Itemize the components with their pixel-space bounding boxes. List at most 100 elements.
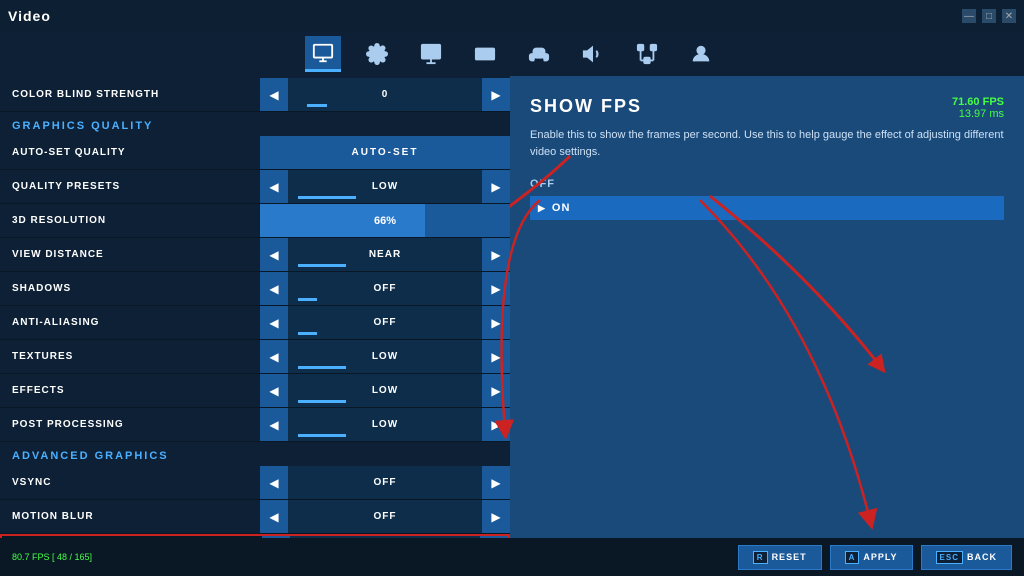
section-header-graphics: GRAPHICS QUALITY <box>0 112 510 136</box>
setting-control-viewdist: ◀ NEAR ▶ <box>260 238 510 271</box>
setting-row-aa: ANTI-ALIASING ◀ OFF ▶ <box>0 306 510 340</box>
bottom-bar: 80.7 FPS [ 48 / 165] R RESET A APPLY ESC… <box>0 538 1024 576</box>
setting-label-shadows: SHADOWS <box>0 283 260 294</box>
arrow-left-vsync[interactable]: ◀ <box>260 466 288 499</box>
setting-control-autoset: AUTO-SET <box>260 136 510 169</box>
arrow-right-postprocess[interactable]: ▶ <box>482 408 510 441</box>
setting-control-3dres: 66% <box>260 204 510 237</box>
apply-label: APPLY <box>863 552 897 562</box>
back-key: ESC <box>936 551 963 564</box>
auto-set-button[interactable]: AUTO-SET <box>260 136 510 169</box>
arrow-right-quality[interactable]: ▶ <box>482 170 510 203</box>
option-on[interactable]: ▶ ON <box>530 196 1004 220</box>
arrow-right-viewdist[interactable]: ▶ <box>482 238 510 271</box>
right-panel: 71.60 FPS 13.97 ms SHOW FPS Enable this … <box>510 76 1024 538</box>
arrow-right-vsync[interactable]: ▶ <box>482 466 510 499</box>
setting-row-postprocess: POST PROCESSING ◀ LOW ▶ <box>0 408 510 442</box>
setting-row-vsync: VSYNC ◀ OFF ▶ <box>0 466 510 500</box>
setting-control-textures: ◀ LOW ▶ <box>260 340 510 373</box>
arrow-right-aa[interactable]: ▶ <box>482 306 510 339</box>
nav-audio[interactable] <box>575 36 611 72</box>
window-controls: — □ ✕ <box>962 9 1016 23</box>
arrow-left-postprocess[interactable]: ◀ <box>260 408 288 441</box>
nav-display[interactable] <box>413 36 449 72</box>
arrow-right-textures[interactable]: ▶ <box>482 340 510 373</box>
value-aa: OFF <box>288 306 482 339</box>
setting-row-colorblind: COLOR BLIND STRENGTH ◀ 0 ▶ <box>0 78 510 112</box>
window-title: Video <box>8 8 51 24</box>
setting-label-vsync: VSYNC <box>0 477 260 488</box>
setting-row-shadows: SHADOWS ◀ OFF ▶ <box>0 272 510 306</box>
setting-row-motionblur: MOTION BLUR ◀ OFF ▶ <box>0 500 510 534</box>
fps-counter: 71.60 FPS 13.97 ms <box>952 96 1004 120</box>
value-viewdist: NEAR <box>288 238 482 271</box>
setting-label-viewdist: VIEW DISTANCE <box>0 249 260 260</box>
left-panel: COLOR BLIND STRENGTH ◀ 0 ▶ GRAPHICS QUAL… <box>0 76 510 538</box>
minimize-button[interactable]: — <box>962 9 976 23</box>
arrow-left-effects[interactable]: ◀ <box>260 374 288 407</box>
setting-label-quality: QUALITY PRESETS <box>0 181 260 192</box>
reset-label: RESET <box>772 552 807 562</box>
arrow-right-effects[interactable]: ▶ <box>482 374 510 407</box>
arrow-right-colorblind[interactable]: ▶ <box>482 78 510 111</box>
value-quality: LOW <box>288 170 482 203</box>
setting-control-shadows: ◀ OFF ▶ <box>260 272 510 305</box>
setting-label-postprocess: POST PROCESSING <box>0 419 260 430</box>
back-label: BACK <box>967 552 997 562</box>
arrow-right-motionblur[interactable]: ▶ <box>482 500 510 533</box>
back-button[interactable]: ESC BACK <box>921 545 1012 570</box>
setting-label-motionblur: MOTION BLUR <box>0 511 260 522</box>
setting-control-effects: ◀ LOW ▶ <box>260 374 510 407</box>
main-content: COLOR BLIND STRENGTH ◀ 0 ▶ GRAPHICS QUAL… <box>0 76 1024 538</box>
fps-value: 71.60 FPS <box>952 96 1004 108</box>
arrow-left-viewdist[interactable]: ◀ <box>260 238 288 271</box>
reset-key: R <box>753 551 768 564</box>
fps-ms: 13.97 ms <box>952 108 1004 120</box>
setting-row-3dres: 3D RESOLUTION 66% <box>0 204 510 238</box>
arrow-right-shadows[interactable]: ▶ <box>482 272 510 305</box>
setting-label-autoset: AUTO-SET QUALITY <box>0 147 260 158</box>
nav-controller[interactable] <box>521 36 557 72</box>
nav-bar <box>0 32 1024 76</box>
setting-label-textures: TEXTURES <box>0 351 260 362</box>
setting-row-textures: TEXTURES ◀ LOW ▶ <box>0 340 510 374</box>
setting-label-colorblind: COLOR BLIND STRENGTH <box>0 89 260 100</box>
section-header-advanced: ADVANCED GRAPHICS <box>0 442 510 466</box>
arrow-left-shadows[interactable]: ◀ <box>260 272 288 305</box>
detail-title: SHOW FPS <box>530 96 1004 117</box>
arrow-left-colorblind[interactable]: ◀ <box>260 78 288 111</box>
nav-account[interactable] <box>683 36 719 72</box>
nav-network[interactable] <box>629 36 665 72</box>
setting-control-aa: ◀ OFF ▶ <box>260 306 510 339</box>
arrow-left-motionblur[interactable]: ◀ <box>260 500 288 533</box>
value-effects: LOW <box>288 374 482 407</box>
detail-desc: Enable this to show the frames per secon… <box>530 127 1004 160</box>
value-shadows: OFF <box>288 272 482 305</box>
value-colorblind: 0 <box>288 78 482 111</box>
title-bar: Video — □ ✕ <box>0 0 1024 32</box>
arrow-left-textures[interactable]: ◀ <box>260 340 288 373</box>
setting-control-postprocess: ◀ LOW ▶ <box>260 408 510 441</box>
setting-control-motionblur: ◀ OFF ▶ <box>260 500 510 533</box>
option-on-label: ON <box>552 202 571 214</box>
option-off[interactable]: OFF <box>530 176 1004 192</box>
nav-gear[interactable] <box>359 36 395 72</box>
setting-control-quality: ◀ LOW ▶ <box>260 170 510 203</box>
setting-label-aa: ANTI-ALIASING <box>0 317 260 328</box>
reset-button[interactable]: R RESET <box>738 545 822 570</box>
close-button[interactable]: ✕ <box>1002 9 1016 23</box>
apply-key: A <box>845 551 860 564</box>
apply-button[interactable]: A APPLY <box>830 545 913 570</box>
setting-row-viewdist: VIEW DISTANCE ◀ NEAR ▶ <box>0 238 510 272</box>
option-off-label: OFF <box>530 178 555 190</box>
arrow-left-quality[interactable]: ◀ <box>260 170 288 203</box>
maximize-button[interactable]: □ <box>982 9 996 23</box>
nav-keyboard[interactable] <box>467 36 503 72</box>
nav-monitor[interactable] <box>305 36 341 72</box>
value-vsync: OFF <box>288 466 482 499</box>
setting-row-autoset: AUTO-SET QUALITY AUTO-SET <box>0 136 510 170</box>
option-arrow-icon: ▶ <box>538 203 546 214</box>
setting-label-effects: EFFECTS <box>0 385 260 396</box>
arrow-left-aa[interactable]: ◀ <box>260 306 288 339</box>
option-list: OFF ▶ ON <box>530 176 1004 220</box>
